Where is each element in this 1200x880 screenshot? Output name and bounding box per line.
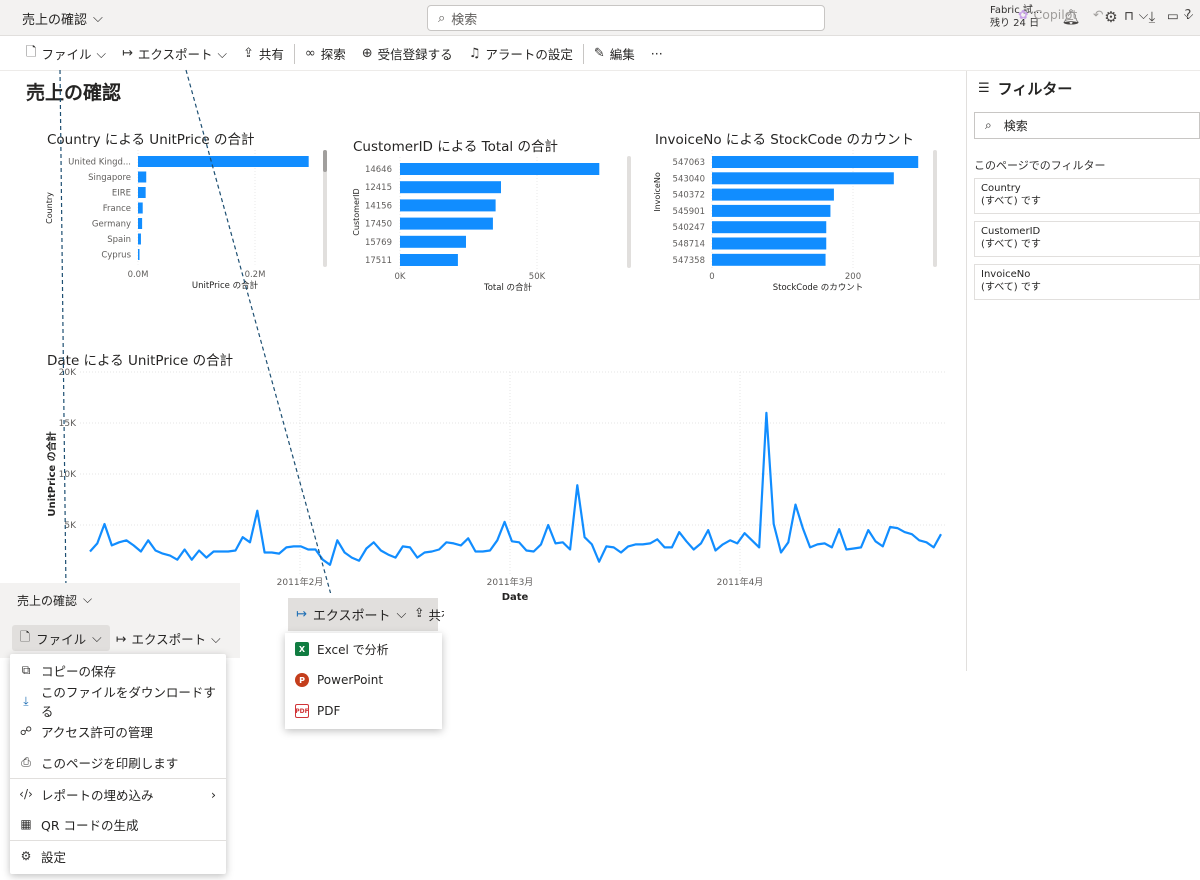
- overlay-share-button[interactable]: ⇪共有: [414, 605, 444, 624]
- menu-item-label: アクセス許可の管理: [41, 724, 153, 740]
- menu-item-download[interactable]: ⤓ このファイルをダウンロードする: [10, 685, 226, 719]
- overlay-file-button[interactable]: 🗋 ファイル ⌵: [12, 625, 110, 651]
- menu-item-pdf[interactable]: PDF PDF: [285, 696, 442, 726]
- overlay-title-label: 売上の確認: [17, 594, 78, 608]
- export-menu: X Excel で分析 P PowerPoint PDF PDF: [285, 633, 442, 729]
- menu-item-print[interactable]: ⎙ このページを印刷します: [10, 747, 226, 777]
- gear-icon: ⚙: [20, 849, 32, 863]
- powerpoint-icon: P: [295, 673, 309, 687]
- overlay-file-label: ファイル: [36, 631, 87, 647]
- code-icon: ‹/›: [19, 787, 33, 801]
- menu-item-save-copy[interactable]: ⧉ コピーの保存: [10, 655, 226, 685]
- chevron-down-icon: ⌵: [211, 630, 221, 646]
- menu-item-settings[interactable]: ⚙ 設定: [10, 841, 226, 871]
- chevron-down-icon: ⌵: [92, 630, 102, 645]
- menu-item-label: QR コードの生成: [41, 817, 139, 833]
- share-icon: ⇪: [414, 605, 425, 620]
- pdf-icon: PDF: [295, 704, 309, 718]
- menu-item-embed[interactable]: ‹/› レポートの埋め込み ›: [10, 779, 226, 809]
- excel-icon: X: [295, 642, 309, 656]
- overlay-export-button[interactable]: ↦ エクスポート ⌵: [116, 629, 221, 648]
- qr-code-icon: ▦: [20, 817, 32, 831]
- menu-item-label: このページを印刷します: [41, 755, 179, 771]
- menu-item-label: このファイルをダウンロードする: [40, 685, 216, 719]
- chevron-down-icon: ⌵: [396, 607, 407, 622]
- file-menu: ⧉ コピーの保存 ⤓ このファイルをダウンロードする ☍ アクセス許可の管理 ⎙ このペ…: [10, 654, 226, 874]
- people-icon: ☍: [19, 724, 33, 738]
- menu-item-qr[interactable]: ▦ QR コードの生成: [10, 809, 226, 839]
- overlay-export-label: エクスポート: [131, 632, 207, 647]
- file-icon: 🗋: [20, 628, 31, 644]
- download-icon: ⤓: [23, 693, 29, 708]
- print-icon: ⎙: [21, 754, 31, 769]
- menu-item-label: Excel で分析: [317, 642, 389, 657]
- copy-icon: ⧉: [21, 662, 31, 677]
- menu-item-label: 設定: [41, 849, 67, 865]
- overlay-export-label: エクスポート: [312, 609, 391, 624]
- chevron-right-icon: ›: [211, 786, 216, 802]
- menu-item-label: レポートの埋め込み: [41, 787, 154, 803]
- export-icon: ↦: [116, 631, 127, 646]
- menu-item-label: PDF: [317, 704, 341, 718]
- menu-item-label: PowerPoint: [317, 673, 384, 687]
- export-icon: ↦: [296, 607, 307, 622]
- overlay-share-label: 共有: [428, 608, 444, 623]
- chevron-down-icon: ⌵: [83, 592, 93, 606]
- menu-item-powerpoint[interactable]: P PowerPoint: [285, 665, 442, 695]
- overlay-report-title[interactable]: 売上の確認 ⌵: [17, 592, 92, 609]
- menu-item-excel[interactable]: X Excel で分析: [285, 634, 442, 664]
- menu-item-permissions[interactable]: ☍ アクセス許可の管理: [10, 716, 226, 746]
- menu-item-label: コピーの保存: [41, 663, 117, 679]
